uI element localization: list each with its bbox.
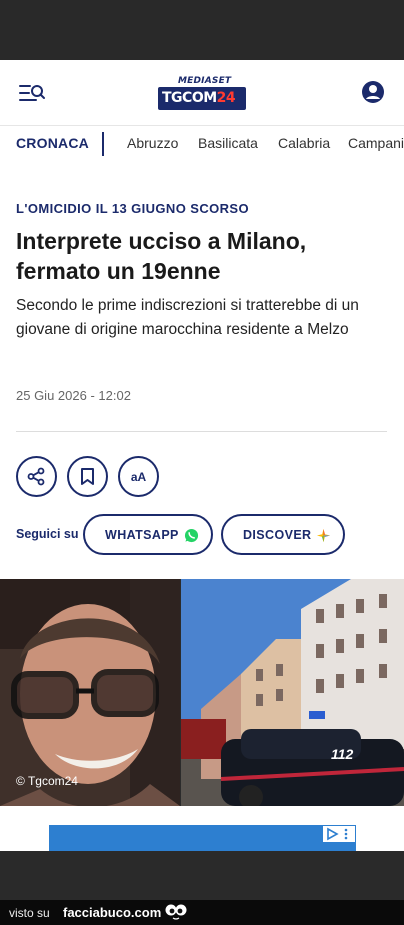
crime-scene-photo: 112 bbox=[181, 579, 404, 806]
ad-more-icon bbox=[344, 828, 348, 840]
bookmark-button[interactable] bbox=[67, 456, 108, 497]
nav-item-abruzzo[interactable]: Abruzzo bbox=[127, 135, 178, 151]
divider-line bbox=[16, 431, 387, 432]
brand-text: TGCOM24 bbox=[162, 90, 236, 106]
whatsapp-button[interactable]: WHATSAPP bbox=[83, 514, 213, 555]
article-subtitle: Secondo le prime indiscrezioni si tratte… bbox=[16, 297, 359, 338]
tgcom24-logo[interactable]: MEDIASET TGCOM24 bbox=[158, 76, 246, 116]
discover-star-icon bbox=[316, 528, 331, 543]
whatsapp-icon bbox=[184, 528, 199, 543]
photo-credit: © Tgcom24 bbox=[16, 774, 78, 788]
discover-label: DISCOVER bbox=[243, 528, 312, 542]
nav-item-calabria[interactable]: Calabria bbox=[278, 135, 330, 151]
nav-item-basilicata[interactable]: Basilicata bbox=[198, 135, 258, 151]
footer-brand: facciabuco.com bbox=[63, 905, 162, 920]
status-bar bbox=[0, 0, 404, 60]
site-header: MEDIASET TGCOM24 bbox=[0, 60, 404, 126]
nav-item-campania[interactable]: Campania bbox=[348, 135, 404, 151]
nav-item-cronaca[interactable]: CRONACA bbox=[16, 135, 89, 151]
menu-search-icon[interactable] bbox=[18, 82, 46, 104]
ad-area bbox=[0, 806, 404, 851]
brand-main-text: TGCOM bbox=[162, 90, 217, 106]
ad-play-icon bbox=[327, 827, 339, 841]
article-kicker: L'OMICIDIO IL 13 GIUGNO SCORSO bbox=[16, 201, 249, 216]
article-date: 25 Giu 2026 - 12:02 bbox=[16, 388, 131, 403]
ad-banner[interactable] bbox=[49, 825, 356, 851]
footer-prefix: visto su bbox=[9, 906, 50, 920]
section-nav: CRONACA Abruzzo Basilicata Calabria Camp… bbox=[0, 126, 404, 164]
bottom-area bbox=[0, 851, 404, 900]
nav-divider bbox=[102, 132, 104, 156]
font-size-button[interactable]: aA bbox=[118, 456, 159, 497]
article-title: Interprete ucciso a Milano, fermato un 1… bbox=[16, 228, 307, 284]
follow-label: Seguici su bbox=[16, 527, 79, 541]
watermark-footer: visto su facciabuco.com bbox=[0, 900, 404, 925]
svg-text:112: 112 bbox=[331, 746, 354, 762]
share-icon bbox=[27, 467, 45, 486]
discover-button[interactable]: DISCOVER bbox=[221, 514, 345, 555]
page: MEDIASET TGCOM24 CRONACA Abruzzo Basilic… bbox=[0, 0, 404, 925]
brand-number: 24 bbox=[216, 90, 236, 106]
victim-photo bbox=[0, 579, 180, 806]
font-size-label: aA bbox=[130, 470, 147, 484]
mediaset-label: MEDIASET bbox=[178, 76, 232, 86]
facciabuco-face-icon bbox=[165, 904, 187, 920]
brand-box: TGCOM24 bbox=[158, 87, 246, 110]
whatsapp-label: WHATSAPP bbox=[105, 528, 179, 542]
article-content: L'OMICIDIO IL 13 GIUGNO SCORSO Interpret… bbox=[0, 164, 404, 579]
account-icon[interactable] bbox=[361, 80, 385, 104]
ad-choices[interactable] bbox=[323, 826, 355, 842]
bookmark-icon bbox=[81, 468, 94, 485]
share-button[interactable] bbox=[16, 456, 57, 497]
